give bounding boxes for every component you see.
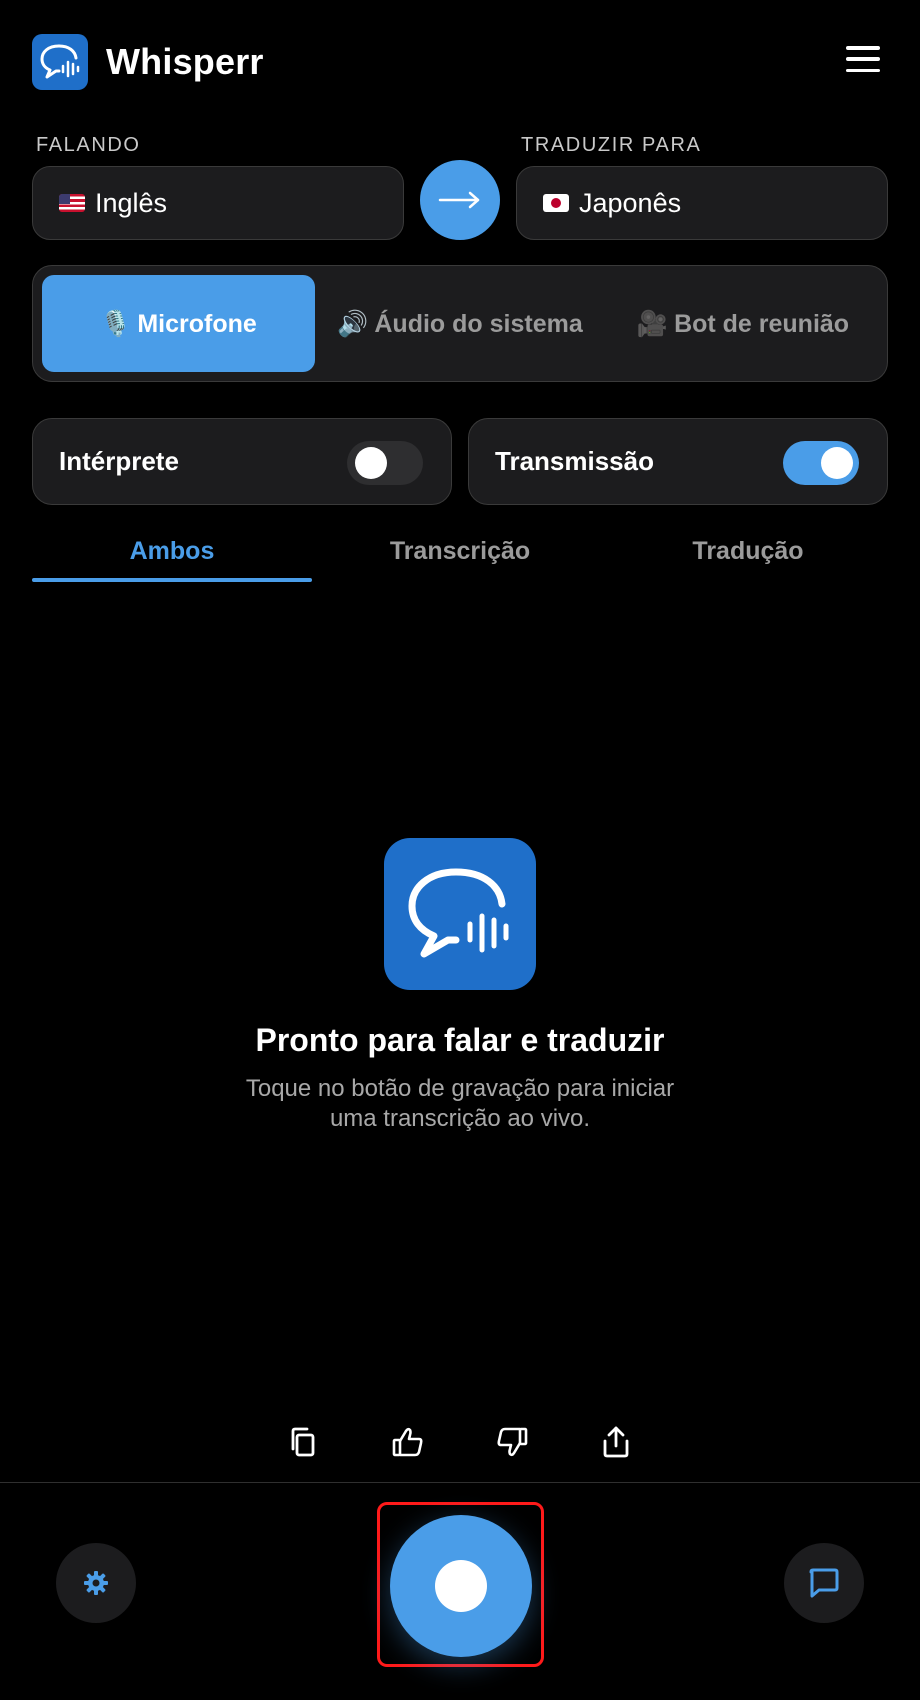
- translate-language-selector[interactable]: Japonês: [516, 166, 888, 240]
- source-meeting-bot[interactable]: 🎥 Bot de reunião: [605, 275, 881, 372]
- settings-button[interactable]: [56, 1543, 136, 1623]
- translate-label: TRADUZIR PARA: [521, 134, 702, 156]
- source-system-audio[interactable]: 🔊 Áudio do sistema: [328, 275, 592, 372]
- app-title: Whisperr: [106, 41, 264, 82]
- record-button[interactable]: [390, 1515, 532, 1657]
- speaking-language-selector[interactable]: Inglês: [32, 166, 404, 240]
- translate-language-value: Japonês: [579, 187, 682, 218]
- broadcast-switch[interactable]: [783, 441, 859, 485]
- video-camera-icon: 🎥: [636, 309, 669, 338]
- record-highlight: [377, 1502, 544, 1667]
- us-flag-icon: [59, 194, 85, 212]
- interpreter-label: Intérprete: [59, 446, 179, 476]
- source-meeting-bot-label: Bot de reunião: [674, 309, 850, 338]
- swap-languages-button[interactable]: [420, 160, 500, 240]
- empty-state-subtitle: Toque no botão de gravação para iniciar …: [245, 1075, 675, 1132]
- interpreter-switch[interactable]: [347, 441, 423, 485]
- arrow-right-icon: [438, 191, 480, 209]
- source-microphone-label: Microfone: [137, 309, 257, 338]
- chat-button[interactable]: [784, 1543, 864, 1623]
- thumbs-up-icon[interactable]: [386, 1420, 430, 1464]
- jp-flag-icon: [543, 194, 569, 212]
- transcript-actions: [0, 1420, 920, 1464]
- chat-icon: [809, 1568, 839, 1598]
- interpreter-toggle-card: Intérprete: [32, 418, 452, 505]
- tab-translation[interactable]: Tradução: [608, 520, 888, 582]
- header: Whisperr: [32, 34, 888, 90]
- tab-transcription[interactable]: Transcrição: [320, 520, 600, 582]
- microphone-icon: 🎙️: [100, 309, 132, 338]
- gear-icon: [84, 1571, 108, 1595]
- copy-icon[interactable]: [281, 1420, 325, 1464]
- source-system-audio-label: Áudio do sistema: [374, 309, 583, 338]
- broadcast-label: Transmissão: [495, 446, 654, 476]
- speaker-icon: 🔊: [337, 309, 369, 338]
- view-tabs: Ambos Transcrição Tradução: [32, 520, 896, 582]
- audio-source-selector: 🎙️ Microfone 🔊 Áudio do sistema 🎥 Bot de …: [32, 265, 888, 382]
- source-microphone[interactable]: 🎙️ Microfone: [42, 275, 315, 372]
- share-icon[interactable]: [594, 1420, 638, 1464]
- speaking-language-value: Inglês: [95, 187, 168, 218]
- app-logo-icon: [32, 34, 88, 90]
- speech-bubble-icon: [384, 838, 536, 990]
- app-screen: Whisperr FALANDO TRADUZIR PARA Inglês Ja…: [0, 0, 920, 1700]
- empty-state-title: Pronto para falar e traduzir: [255, 1022, 665, 1058]
- broadcast-toggle-card: Transmissão: [468, 418, 888, 505]
- record-dot-icon: [435, 1560, 487, 1612]
- bottom-divider: [0, 1482, 920, 1483]
- tab-both[interactable]: Ambos: [32, 520, 312, 582]
- thumbs-down-icon[interactable]: [490, 1420, 534, 1464]
- speaking-label: FALANDO: [36, 134, 141, 156]
- hamburger-menu-icon[interactable]: [846, 46, 880, 72]
